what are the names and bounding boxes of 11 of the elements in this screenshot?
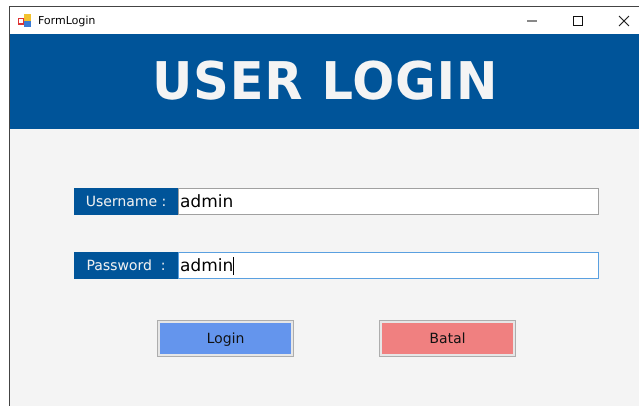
window-title: FormLogin (38, 14, 96, 27)
login-button[interactable]: Login (157, 320, 294, 357)
cancel-button[interactable]: Batal (379, 320, 516, 357)
close-icon[interactable] (618, 14, 630, 26)
field-label: Username : (74, 188, 178, 215)
input-field[interactable]: admin (178, 188, 599, 215)
input-field[interactable]: admin (178, 252, 599, 279)
field-label: Password : (74, 252, 178, 279)
app-icon (18, 14, 32, 28)
maximize-icon[interactable] (572, 14, 584, 26)
login-heading: USER LOGIN (152, 52, 498, 112)
